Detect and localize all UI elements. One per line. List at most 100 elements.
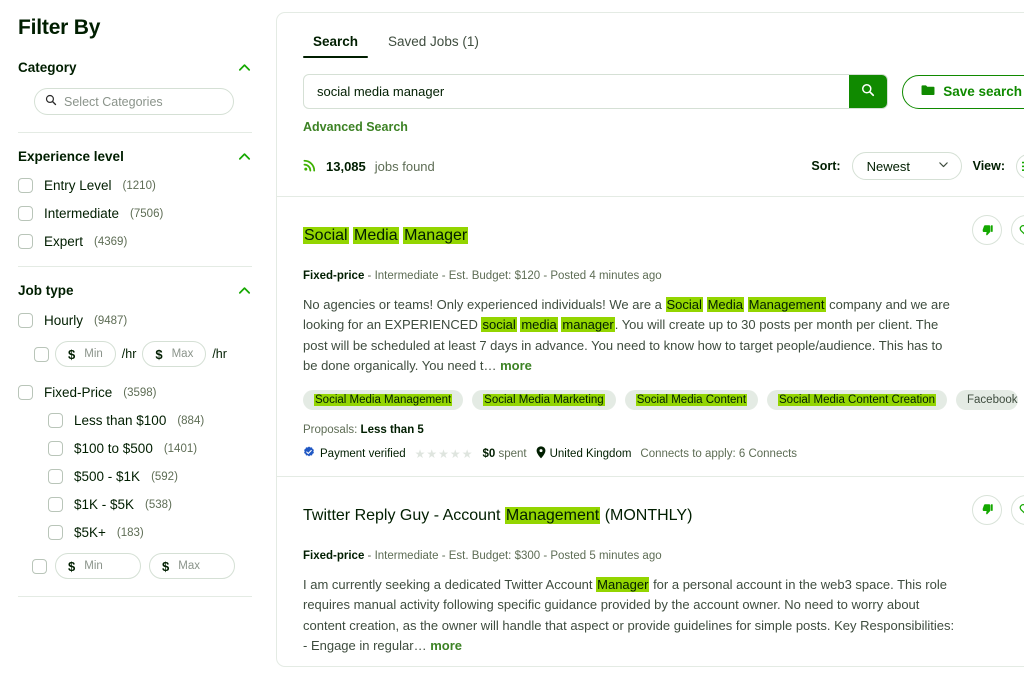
chevron-up-icon[interactable] [237,149,252,164]
fixed-max-input[interactable]: $ Max [149,553,235,579]
tag-chip[interactable]: Social Media Management [303,390,463,410]
job-meta: Fixed-price - Intermediate - Est. Budget… [303,550,1024,562]
checkbox-500-to-1k[interactable]: $500 - $1K (592) [48,469,252,484]
thumbs-down-icon[interactable] [972,215,1002,245]
client-spent: $0 spent [482,448,526,460]
verified-check-icon [303,446,315,461]
hourly-min-input[interactable]: $ Min [55,341,116,367]
checkbox-1k-to-5k[interactable]: $1K - $5K (538) [48,497,252,512]
checkbox-count: (592) [151,471,178,483]
checkbox-icon[interactable] [48,525,63,540]
job-card[interactable]: Social Media Manager Fixed-price - Inter… [277,196,1024,476]
job-title[interactable]: Twitter Reply Guy - Account Management (… [303,506,692,527]
rss-icon[interactable] [303,158,317,175]
checkbox-entry-level[interactable]: Entry Level (1210) [18,178,252,193]
tag-chip[interactable]: Social Media Content Creation [767,390,947,410]
checkbox-count: (9487) [94,315,127,327]
thumbs-down-icon[interactable] [972,495,1002,525]
search-row: Save search [277,58,1024,109]
divider [18,596,252,597]
client-location-label: United Kingdom [550,448,632,460]
hourly-rate-range[interactable]: $ Min /hr $ Max /hr [34,341,252,367]
search-box[interactable] [303,74,888,109]
advanced-search-link[interactable]: Advanced Search [277,109,1024,134]
sort-dropdown[interactable]: Newest [852,152,962,180]
view-label: View: [973,159,1005,173]
jobs-found: 13,085 jobs found [303,158,435,175]
hourly-max-input[interactable]: $ Max [142,341,206,367]
section-label-category: Category [18,60,77,75]
job-footer: Payment verified ★★★★★ $0 spent United K… [303,446,1024,462]
job-actions [972,493,1024,525]
filter-section-job-type[interactable]: Job type [18,281,252,298]
job-actions [972,213,1024,245]
checkbox-icon[interactable] [48,497,63,512]
chevron-down-icon [937,158,950,174]
checkbox-less-than-100[interactable]: Less than $100 (884) [48,413,252,428]
section-label-job-type: Job type [18,283,74,298]
filter-section-category[interactable]: Category [18,58,252,75]
checkbox-label: Fixed-Price [44,385,112,400]
job-card[interactable]: Twitter Reply Guy - Account Management (… [277,476,1024,667]
checkbox-expert[interactable]: Expert (4369) [18,234,252,249]
job-description-text: I am currently seeking a dedicated Twitt… [303,577,954,652]
client-spent-label: spent [498,448,526,460]
tag-chip[interactable]: Facebook A [956,390,1018,410]
heart-icon[interactable] [1011,215,1024,245]
per-hour-label: /hr [122,347,137,361]
checkbox-5k-plus[interactable]: $5K+ (183) [48,525,252,540]
results-stats-row: 13,085 jobs found Sort: Newest View: [277,134,1024,180]
checkbox-icon[interactable] [32,559,47,574]
checkbox-label: Less than $100 [74,413,166,428]
checkbox-intermediate[interactable]: Intermediate (7506) [18,206,252,221]
connects-required: Connects to apply: 6 Connects [640,448,797,460]
checkbox-hourly[interactable]: Hourly (9487) [18,313,252,328]
checkbox-fixed-price[interactable]: Fixed-Price (3598) [18,385,252,400]
checkbox-icon[interactable] [18,234,33,249]
chevron-up-icon[interactable] [237,60,252,75]
per-hour-label: /hr [212,347,227,361]
client-rating-stars: ★★★★★ [415,447,474,461]
checkbox-icon[interactable] [18,206,33,221]
chevron-up-icon[interactable] [237,283,252,298]
checkbox-label: Hourly [44,313,83,328]
checkbox-icon[interactable] [48,441,63,456]
job-card-header: Twitter Reply Guy - Account Management (… [303,493,1024,540]
checkbox-icon[interactable] [34,347,49,362]
jobs-found-label: jobs found [375,159,435,174]
search-button[interactable] [849,75,887,108]
checkbox-count: (538) [145,499,172,511]
search-input[interactable] [304,75,849,108]
tab-saved-jobs[interactable]: Saved Jobs (1) [378,29,489,58]
tag-label: Social Media Content [636,394,747,406]
payment-verified-label: Payment verified [320,448,406,460]
fixed-price-range[interactable]: $ Min $ Max [62,553,252,579]
fixed-min-input[interactable]: $ Min [55,553,141,579]
dollar-sign: $ [68,347,75,362]
filter-section-experience-level[interactable]: Experience level [18,147,252,164]
job-meta: Fixed-price - Intermediate - Est. Budget… [303,270,1024,282]
list-view-icon[interactable] [1016,154,1024,179]
checkbox-100-to-500[interactable]: $100 to $500 (1401) [48,441,252,456]
heart-icon[interactable] [1011,495,1024,525]
checkbox-label: $1K - $5K [74,497,134,512]
more-link[interactable]: more [430,638,462,653]
checkbox-icon[interactable] [48,413,63,428]
checkbox-icon[interactable] [18,313,33,328]
checkbox-icon[interactable] [48,469,63,484]
checkbox-label: Expert [44,234,83,249]
job-title[interactable]: Social Media Manager [303,226,468,247]
results-controls: Sort: Newest View: [811,152,1024,180]
tag-chip[interactable]: Social Media Content [625,390,758,410]
tab-bar: Search Saved Jobs (1) [277,13,1024,58]
tab-search[interactable]: Search [303,29,368,58]
checkbox-icon[interactable] [18,385,33,400]
checkbox-icon[interactable] [18,178,33,193]
tag-chip[interactable]: Social Media Marketing [472,390,616,410]
more-link[interactable]: more [500,358,532,373]
job-card-header: Social Media Manager [303,213,1024,260]
results-panel: Search Saved Jobs (1) Save sear [276,12,1024,667]
filters-sidebar: Filter By Category Select Categories Exp… [0,0,270,675]
category-search-input[interactable]: Select Categories [34,88,234,115]
save-search-button[interactable]: Save search [902,75,1024,109]
